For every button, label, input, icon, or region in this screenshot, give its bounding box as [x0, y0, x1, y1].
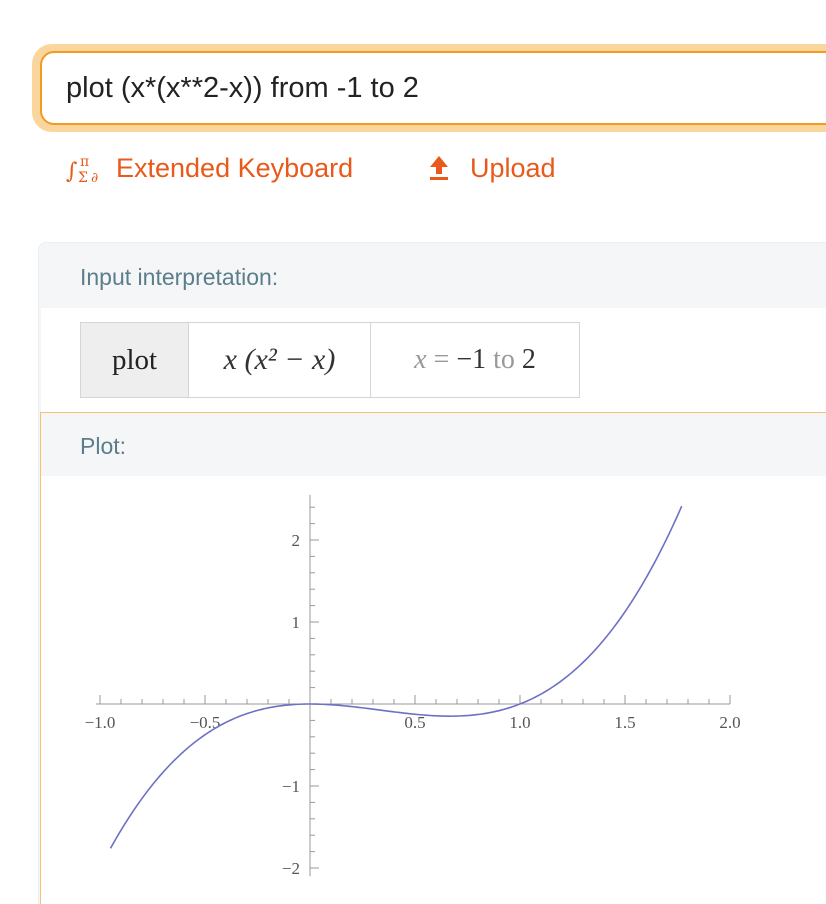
range-to: 2: [521, 344, 536, 375]
upload-button[interactable]: Upload: [66, 148, 566, 188]
range-from: −1: [456, 344, 487, 375]
search-input[interactable]: plot (x*(x**2-x)) from -1 to 2: [66, 53, 419, 123]
interpretation-command: plot: [81, 323, 189, 397]
interpretation-pod-title: Input interpretation:: [80, 264, 279, 290]
interpretation-table: plot x (x² − x) x = −1 to 2: [80, 322, 580, 398]
interpretation-range: x = −1 to 2: [371, 323, 579, 397]
range-to-word: to: [486, 344, 522, 375]
range-variable: x: [414, 344, 427, 375]
plot-pod-title: Plot:: [80, 433, 127, 459]
upload-icon: [430, 156, 448, 180]
interpretation-expression: x (x² − x): [189, 323, 371, 397]
upload-label: Upload: [470, 153, 556, 183]
range-equals: =: [426, 344, 457, 375]
plot-pod-body: [41, 476, 826, 904]
search-box[interactable]: plot (x*(x**2-x)) from -1 to 2: [40, 51, 826, 125]
